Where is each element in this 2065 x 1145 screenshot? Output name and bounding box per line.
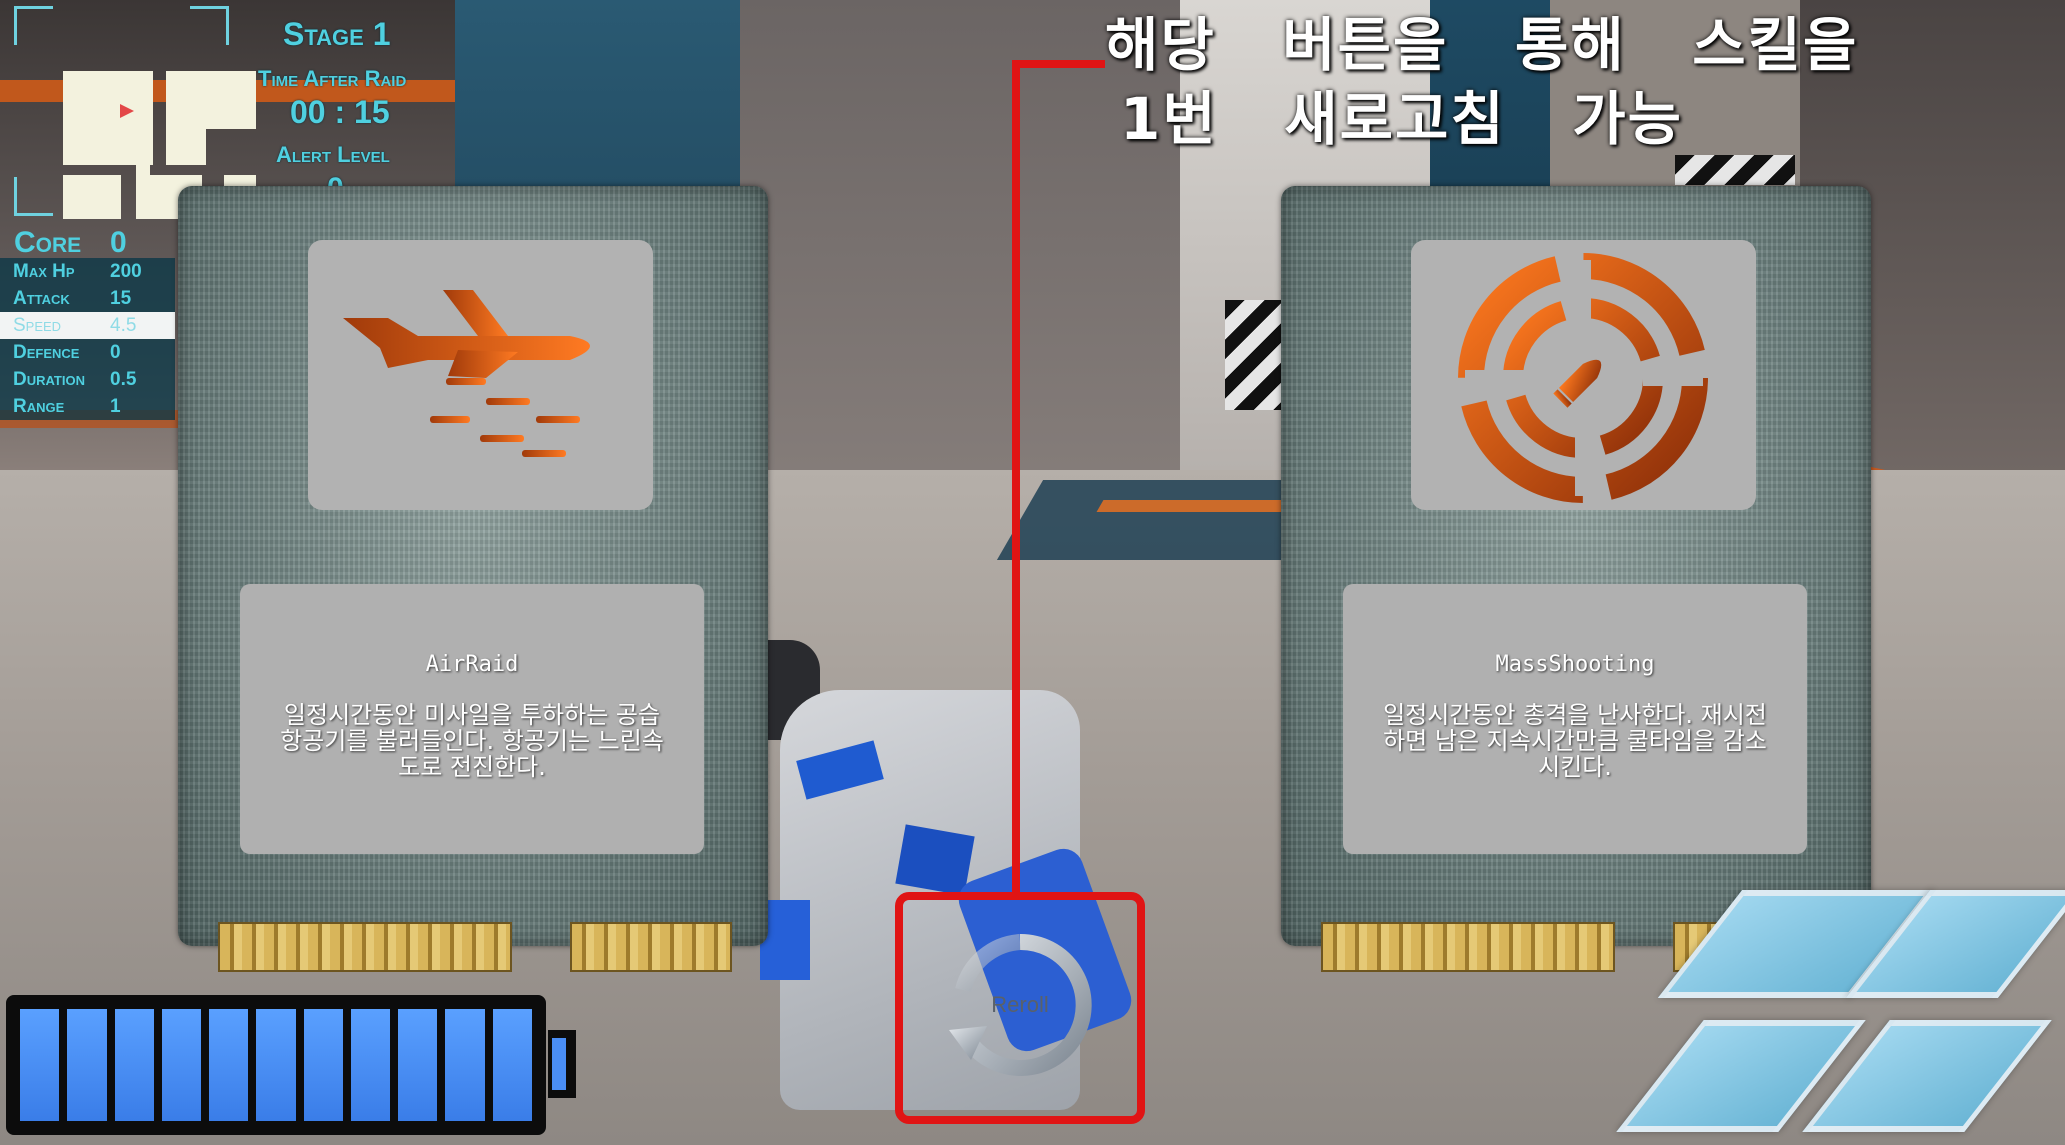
stat-label: Attack — [13, 288, 70, 309]
player-marker-icon — [120, 104, 134, 118]
stat-label: Speed — [13, 315, 62, 336]
annotation-highlight-box — [895, 892, 1145, 1124]
stat-value: 0 — [110, 342, 121, 363]
battery-cells — [20, 1009, 532, 1121]
stat-row-attack: Attack 15 — [0, 285, 175, 312]
skill-card-airraid[interactable]: AirRaid 일정시간동안 미사일을 투하하는 공습 항공기를 불러들인다. … — [178, 186, 768, 972]
stat-row-range: Range 1 — [0, 393, 175, 420]
annotation-text-line1: 해당 버튼을 통해 스킬을 — [1105, 11, 1859, 79]
annotation-text-line2: 1번 새로고침 가능 — [1120, 85, 1684, 153]
battery-cell — [256, 1009, 296, 1121]
stat-value: 15 — [110, 288, 132, 309]
battery-cell — [445, 1009, 485, 1121]
battery-cell — [492, 1009, 532, 1121]
stat-label: Max Hp — [13, 261, 75, 282]
player-stats-panel: Core 0 Max Hp 200 Attack 15 Speed 4.5 De… — [0, 224, 175, 420]
stat-label: Range — [13, 396, 65, 417]
stage-title: Stage 1 — [283, 16, 391, 52]
core-value: 0 — [110, 226, 127, 259]
core-label: Core — [14, 226, 82, 259]
card-icon-frame — [1411, 240, 1756, 510]
stat-row-duration: Duration 0.5 — [0, 366, 175, 393]
battery-cell — [67, 1009, 107, 1121]
battery-cell — [398, 1009, 438, 1121]
crosshair-bullet-icon — [1458, 253, 1708, 503]
time-after-raid-label: Time After Raid — [258, 66, 407, 91]
stat-row-max-hp: Max Hp 200 — [0, 258, 175, 285]
card-description-box: MassShooting 일정시간동안 총격을 난사한다. 재시전 하면 남은 … — [1343, 584, 1807, 854]
skill-name: AirRaid — [425, 652, 519, 677]
skill-card-massshooting[interactable]: MassShooting 일정시간동안 총격을 난사한다. 재시전 하면 남은 … — [1281, 186, 1871, 972]
skill-description: 일정시간동안 총격을 난사한다. 재시전 하면 남은 지속시간만큼 쿨타임을 감… — [1383, 701, 1767, 781]
energy-battery-bar — [6, 995, 546, 1135]
stat-row-defence: Defence 0 — [0, 339, 175, 366]
card-gold-connector — [570, 922, 732, 972]
stat-value: 4.5 — [110, 315, 137, 336]
stat-row-speed: Speed 4.5 — [0, 312, 175, 339]
card-gold-connector — [218, 922, 512, 972]
card-icon-frame — [308, 240, 653, 510]
battery-cell — [161, 1009, 202, 1121]
airplane-bomber-icon — [343, 290, 590, 457]
battery-cell — [350, 1009, 391, 1121]
battery-cell — [303, 1009, 343, 1121]
core-row: Core 0 — [0, 224, 175, 259]
stat-value: 1 — [110, 396, 121, 417]
stat-label: Duration — [13, 369, 85, 390]
battery-cell — [20, 1009, 60, 1121]
skill-description: 일정시간동안 미사일을 투하하는 공습 항공기를 불러들인다. 항공기는 느린속… — [280, 701, 664, 781]
card-gold-connector — [1321, 922, 1615, 972]
stat-value: 0.5 — [110, 369, 137, 390]
skill-name: MassShooting — [1495, 652, 1655, 677]
battery-tip — [548, 1030, 576, 1098]
battery-cell — [114, 1009, 154, 1121]
hazard-stripes — [1675, 155, 1795, 185]
alert-level-label: Alert Level — [276, 142, 390, 167]
battery-cell — [209, 1009, 249, 1121]
stat-label: Defence — [13, 342, 80, 363]
card-description-box: AirRaid 일정시간동안 미사일을 투하하는 공습 항공기를 불러들인다. … — [240, 584, 704, 854]
annotation-line — [1012, 60, 1105, 68]
time-after-raid-value: 00 : 15 — [290, 94, 390, 130]
stat-value: 200 — [110, 261, 142, 282]
annotation-line — [1012, 60, 1020, 900]
